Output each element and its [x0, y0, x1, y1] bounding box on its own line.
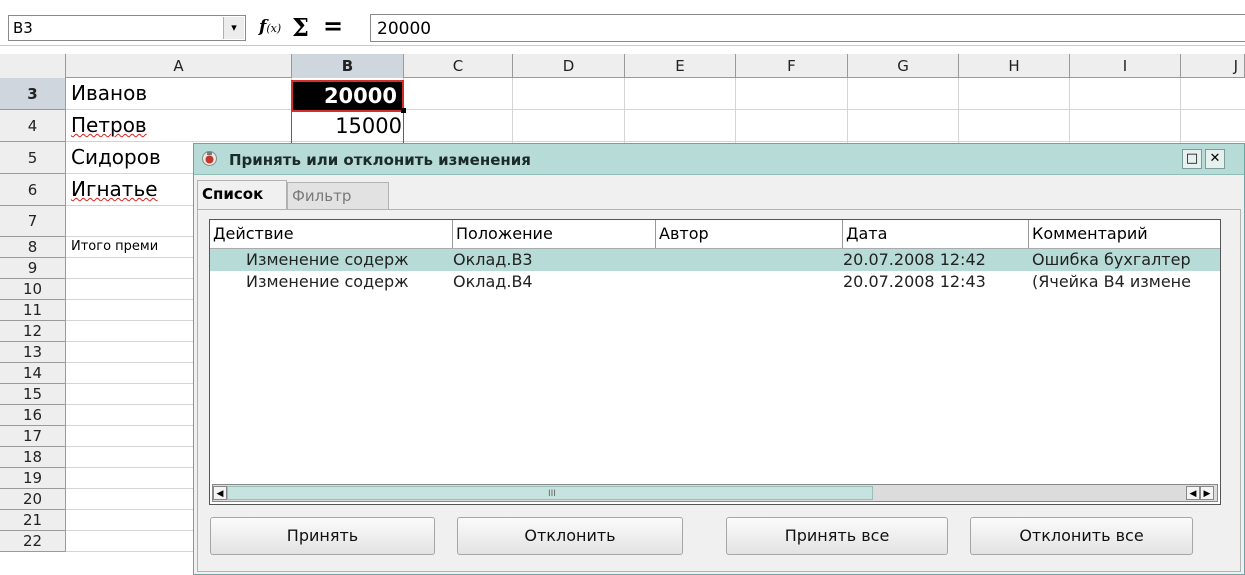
row-header-3[interactable]: 3 — [0, 78, 66, 110]
select-all-corner[interactable] — [0, 54, 66, 78]
cell-b4[interactable]: 15000 — [335, 114, 402, 138]
list-item-comment: (Ячейка B4 измене — [1032, 272, 1191, 291]
scrollbar-thumb[interactable]: III — [227, 486, 873, 500]
column-header-d[interactable]: D — [513, 54, 625, 78]
accept-button[interactable]: Принять — [210, 517, 435, 555]
scroll-right-icon[interactable]: ▶ — [1200, 486, 1214, 500]
maximize-icon[interactable]: □ — [1182, 149, 1202, 169]
list-item-date: 20.07.2008 12:42 — [843, 250, 986, 269]
formula-bar: B3 ▾ f(x) Σ = 20000 — [0, 0, 1245, 46]
list-item-date: 20.07.2008 12:43 — [843, 272, 986, 291]
row-header-15[interactable]: 15 — [0, 384, 66, 405]
column-header-b[interactable]: B — [292, 54, 404, 78]
sum-icon[interactable]: Σ — [292, 13, 309, 42]
row-header-4[interactable]: 4 — [0, 110, 66, 142]
formula-input[interactable]: 20000 — [370, 14, 1245, 42]
row-header-12[interactable]: 12 — [0, 321, 66, 342]
row-header-10[interactable]: 10 — [0, 279, 66, 300]
row-header-5[interactable]: 5 — [0, 142, 66, 174]
column-header-j[interactable]: J — [1181, 54, 1245, 78]
column-header-f[interactable]: F — [736, 54, 848, 78]
list-item-comment: Ошибка бухгалтер — [1032, 250, 1191, 269]
cell-b3-value: 20000 — [323, 84, 397, 108]
row-header-17[interactable]: 17 — [0, 426, 66, 447]
column-headers: A B C D E F G H I J — [0, 54, 1245, 78]
column-header-g[interactable]: G — [848, 54, 959, 78]
changes-list-header: Действие Положение Автор Дата Комментари… — [210, 220, 1220, 249]
list-item-position: Оклад.B3 — [453, 250, 533, 269]
cell-a6[interactable]: Игнатье — [71, 177, 158, 201]
list-item-action: Изменение содерж — [246, 250, 409, 269]
chevron-down-icon[interactable]: ▾ — [223, 17, 244, 39]
reject-button[interactable]: Отклонить — [457, 517, 683, 555]
changes-list[interactable]: Действие Положение Автор Дата Комментари… — [209, 219, 1221, 505]
row-header-19[interactable]: 19 — [0, 468, 66, 489]
list-item-author — [656, 249, 840, 271]
column-header-a[interactable]: A — [66, 54, 292, 78]
list-item-position: Оклад.B4 — [453, 272, 533, 291]
row-header-8[interactable]: 8 — [0, 237, 66, 258]
column-header-h[interactable]: H — [959, 54, 1070, 78]
function-icon[interactable]: = — [323, 12, 343, 40]
dialog-title: Принять или отклонить изменения — [229, 151, 531, 169]
column-header-date[interactable]: Дата — [843, 220, 1029, 248]
formula-input-value: 20000 — [377, 19, 432, 39]
column-header-e[interactable]: E — [625, 54, 736, 78]
list-item-action: Изменение содерж — [246, 272, 409, 291]
fill-handle[interactable] — [401, 108, 406, 113]
horizontal-scrollbar[interactable]: ◀ III ◀ ▶ — [212, 484, 1218, 502]
cell-a4[interactable]: Петров — [71, 113, 147, 137]
row-header-13[interactable]: 13 — [0, 342, 66, 363]
dialog-titlebar[interactable]: Принять или отклонить изменения □ ✕ — [194, 144, 1244, 175]
list-item-author — [656, 271, 840, 293]
row-header-22[interactable]: 22 — [0, 531, 66, 552]
row-header-9[interactable]: 9 — [0, 258, 66, 279]
accept-reject-changes-dialog: Принять или отклонить изменения □ ✕ Филь… — [193, 143, 1245, 575]
column-header-position[interactable]: Положение — [453, 220, 656, 248]
column-header-action[interactable]: Действие — [210, 220, 453, 248]
row-header-20[interactable]: 20 — [0, 489, 66, 510]
tab-list[interactable]: Список — [197, 180, 287, 210]
scroll-left-icon[interactable]: ◀ — [213, 486, 227, 500]
row-header-14[interactable]: 14 — [0, 363, 66, 384]
row-header-11[interactable]: 11 — [0, 300, 66, 321]
row-header-6[interactable]: 6 — [0, 174, 66, 206]
list-item[interactable]: Изменение содерж Оклад.B3 20.07.2008 12:… — [210, 249, 1220, 271]
column-header-author[interactable]: Автор — [656, 220, 843, 248]
column-header-comment[interactable]: Комментарий — [1029, 220, 1220, 248]
row-header-21[interactable]: 21 — [0, 510, 66, 531]
scrollbar-grip-icon: III — [548, 489, 556, 499]
tab-filter[interactable]: Фильтр — [287, 182, 389, 210]
row-header-18[interactable]: 18 — [0, 447, 66, 468]
dialog-app-icon — [202, 151, 217, 166]
cell-b3-selected[interactable]: 20000 — [291, 80, 404, 112]
function-wizard-icon[interactable]: f(x) — [259, 17, 281, 37]
name-box[interactable]: B3 ▾ — [8, 15, 246, 41]
row-header-7[interactable]: 7 — [0, 206, 66, 237]
row-header-16[interactable]: 16 — [0, 405, 66, 426]
tab-panel-list: Действие Положение Автор Дата Комментари… — [197, 209, 1241, 572]
reject-all-button[interactable]: Отклонить все — [970, 517, 1193, 555]
close-icon[interactable]: ✕ — [1205, 149, 1225, 169]
cell-a3[interactable]: Иванов — [71, 81, 147, 105]
accept-all-button[interactable]: Принять все — [726, 517, 948, 555]
scroll-left-icon[interactable]: ◀ — [1186, 486, 1200, 500]
column-header-i[interactable]: I — [1070, 54, 1181, 78]
column-header-c[interactable]: C — [404, 54, 513, 78]
cell-a5[interactable]: Сидоров — [71, 145, 161, 169]
list-item[interactable]: Изменение содерж Оклад.B4 20.07.2008 12:… — [210, 271, 1220, 293]
cell-a8[interactable]: Итого преми — [71, 239, 158, 254]
name-box-value: B3 — [13, 19, 33, 37]
